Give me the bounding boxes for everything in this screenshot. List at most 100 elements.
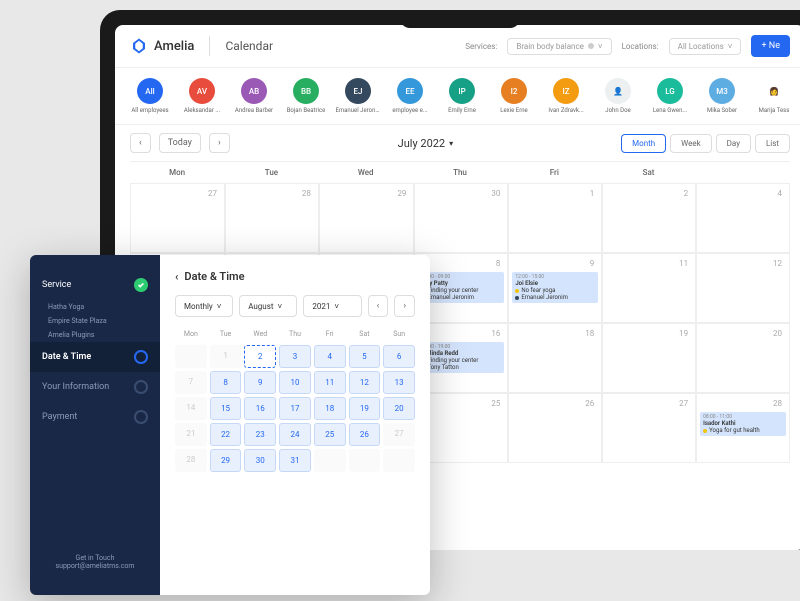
- new-button[interactable]: + Ne: [751, 35, 790, 57]
- mini-calendar-day[interactable]: 23: [244, 423, 276, 446]
- calendar-event[interactable]: 08:00 - 11:00Isador KathiYoga for gut he…: [700, 412, 786, 436]
- mini-calendar-day[interactable]: 2: [244, 345, 276, 368]
- employee-name: Emily Erne: [448, 107, 476, 114]
- step-datetime[interactable]: Date & Time: [30, 342, 160, 372]
- view-day[interactable]: Day: [716, 134, 751, 153]
- employee-chip[interactable]: AllAll employees: [130, 78, 170, 114]
- employee-chip[interactable]: LGLena Gwen...: [650, 78, 690, 114]
- calendar-cell[interactable]: 912:00 - 15:00Joi ElsieNo fear yogaEmanu…: [508, 253, 602, 323]
- next-button[interactable]: ›: [209, 133, 230, 153]
- calendar-cell[interactable]: 1: [508, 183, 602, 253]
- view-week[interactable]: Week: [670, 134, 712, 153]
- calendar-cell[interactable]: 12: [696, 253, 790, 323]
- employee-avatar: EJ: [345, 78, 371, 104]
- calendar-cell[interactable]: 27: [130, 183, 225, 253]
- calendar-event[interactable]: 12:00 - 15:00Joi ElsieNo fear yogaEmanue…: [512, 272, 598, 303]
- mini-calendar-day: [175, 345, 207, 368]
- employee-chip[interactable]: 👩Marija Tess: [754, 78, 794, 114]
- mini-calendar-day: [349, 449, 381, 472]
- employee-chip[interactable]: ABAndrea Barber: [234, 78, 274, 114]
- mini-calendar-day[interactable]: 16: [244, 397, 276, 420]
- mini-calendar-day[interactable]: 20: [383, 397, 415, 420]
- mini-calendar-day[interactable]: 9: [244, 371, 276, 394]
- mini-calendar-day[interactable]: 31: [279, 449, 311, 472]
- month-select[interactable]: August˅: [239, 295, 297, 317]
- mini-calendar-day[interactable]: 22: [210, 423, 242, 446]
- mini-calendar-day[interactable]: 4: [314, 345, 346, 368]
- event-service: Finding your center: [421, 287, 501, 294]
- mini-calendar-day[interactable]: 10: [279, 371, 311, 394]
- mini-calendar-day[interactable]: 15: [210, 397, 242, 420]
- locations-filter[interactable]: All Locations˅: [669, 38, 742, 55]
- mini-calendar-day: [383, 449, 415, 472]
- cell-date: 28: [700, 397, 786, 410]
- employee-chip[interactable]: EEemployee e...: [390, 78, 430, 114]
- year-select[interactable]: 2021˅: [303, 295, 361, 317]
- employee-chip[interactable]: IZIvan Zdravk...: [546, 78, 586, 114]
- employee-avatar: BB: [293, 78, 319, 104]
- calendar-event[interactable]: 17:00 - 19:00Melinda ReddFinding your ce…: [418, 342, 504, 373]
- mini-calendar-day[interactable]: 18: [314, 397, 346, 420]
- employee-chip[interactable]: EJEmanuel Jeronim: [338, 78, 378, 114]
- view-switcher: MonthWeekDayList: [621, 134, 790, 153]
- calendar-cell[interactable]: 2: [602, 183, 696, 253]
- calendar-cell[interactable]: 18: [508, 323, 602, 393]
- cell-date: 30: [418, 187, 504, 200]
- calendar-cell[interactable]: 29: [319, 183, 415, 253]
- employee-chip[interactable]: 👤John Doe: [598, 78, 638, 114]
- employee-chip[interactable]: AVAleksandar ...: [182, 78, 222, 114]
- frequency-select[interactable]: Monthly˅: [175, 295, 233, 317]
- mini-calendar-day[interactable]: 26: [349, 423, 381, 446]
- employee-chip[interactable]: I2Lexie Erne: [494, 78, 534, 114]
- calendar-cell[interactable]: 27: [602, 393, 696, 463]
- employee-chip[interactable]: BBBojan Beatrice: [286, 78, 326, 114]
- mini-calendar-day[interactable]: 25: [314, 423, 346, 446]
- employee-chip[interactable]: M3Mika Sober: [702, 78, 742, 114]
- employee-name: Lexie Erne: [500, 107, 527, 114]
- mini-calendar-day[interactable]: 13: [383, 371, 415, 394]
- calendar-cell[interactable]: 28 08:00 - 11:00Isador KathiYoga for gut …: [696, 393, 790, 463]
- brand-logo-icon: [130, 37, 148, 55]
- employee-name: Lena Gwen...: [653, 107, 687, 114]
- current-month-label[interactable]: July 2022▾: [398, 137, 454, 150]
- view-list[interactable]: List: [755, 134, 790, 153]
- mini-calendar-day[interactable]: 8: [210, 371, 242, 394]
- employee-avatar: IZ: [553, 78, 579, 104]
- mini-calendar-day[interactable]: 19: [349, 397, 381, 420]
- mini-calendar-day[interactable]: 12: [349, 371, 381, 394]
- mini-calendar-day[interactable]: 30: [244, 449, 276, 472]
- view-month[interactable]: Month: [621, 134, 666, 153]
- mini-calendar-day[interactable]: 24: [279, 423, 311, 446]
- employee-avatar: AV: [189, 78, 215, 104]
- calendar-cell[interactable]: 30: [414, 183, 508, 253]
- calendar-cell[interactable]: 20: [696, 323, 790, 393]
- employee-name: Mika Sober: [707, 107, 737, 114]
- mini-calendar-day[interactable]: 11: [314, 371, 346, 394]
- calendar-cell[interactable]: 26: [508, 393, 602, 463]
- mini-calendar-day[interactable]: 3: [279, 345, 311, 368]
- mini-calendar-day[interactable]: 5: [349, 345, 381, 368]
- chevron-left-icon[interactable]: ‹: [175, 270, 178, 283]
- step-service[interactable]: Service: [30, 270, 160, 300]
- mini-calendar-day[interactable]: 6: [383, 345, 415, 368]
- calendar-cell[interactable]: 28: [225, 183, 319, 253]
- calendar-cell[interactable]: 19: [602, 323, 696, 393]
- circle-icon: [134, 380, 148, 394]
- mini-calendar-day[interactable]: 17: [279, 397, 311, 420]
- circle-icon: [134, 350, 148, 364]
- prev-button[interactable]: ‹: [130, 133, 151, 153]
- today-button[interactable]: Today: [159, 133, 201, 153]
- picker-prev-button[interactable]: ‹: [368, 295, 389, 317]
- calendar-cell[interactable]: 4: [696, 183, 790, 253]
- page-title: Calendar: [225, 39, 273, 53]
- picker-next-button[interactable]: ›: [394, 295, 415, 317]
- calendar-event[interactable]: 07:00 - 09:00Issy PattyFinding your cent…: [418, 272, 504, 303]
- mini-calendar-day[interactable]: 29: [210, 449, 242, 472]
- calendar-cell[interactable]: 11: [602, 253, 696, 323]
- step-your-information[interactable]: Your Information: [30, 372, 160, 402]
- step-payment[interactable]: Payment: [30, 402, 160, 432]
- services-filter[interactable]: Brain body balance˅: [507, 38, 611, 55]
- event-person: Emanuel Jeronim: [515, 294, 595, 301]
- event-title: Joi Elsie: [515, 280, 595, 287]
- employee-chip[interactable]: IPEmily Erne: [442, 78, 482, 114]
